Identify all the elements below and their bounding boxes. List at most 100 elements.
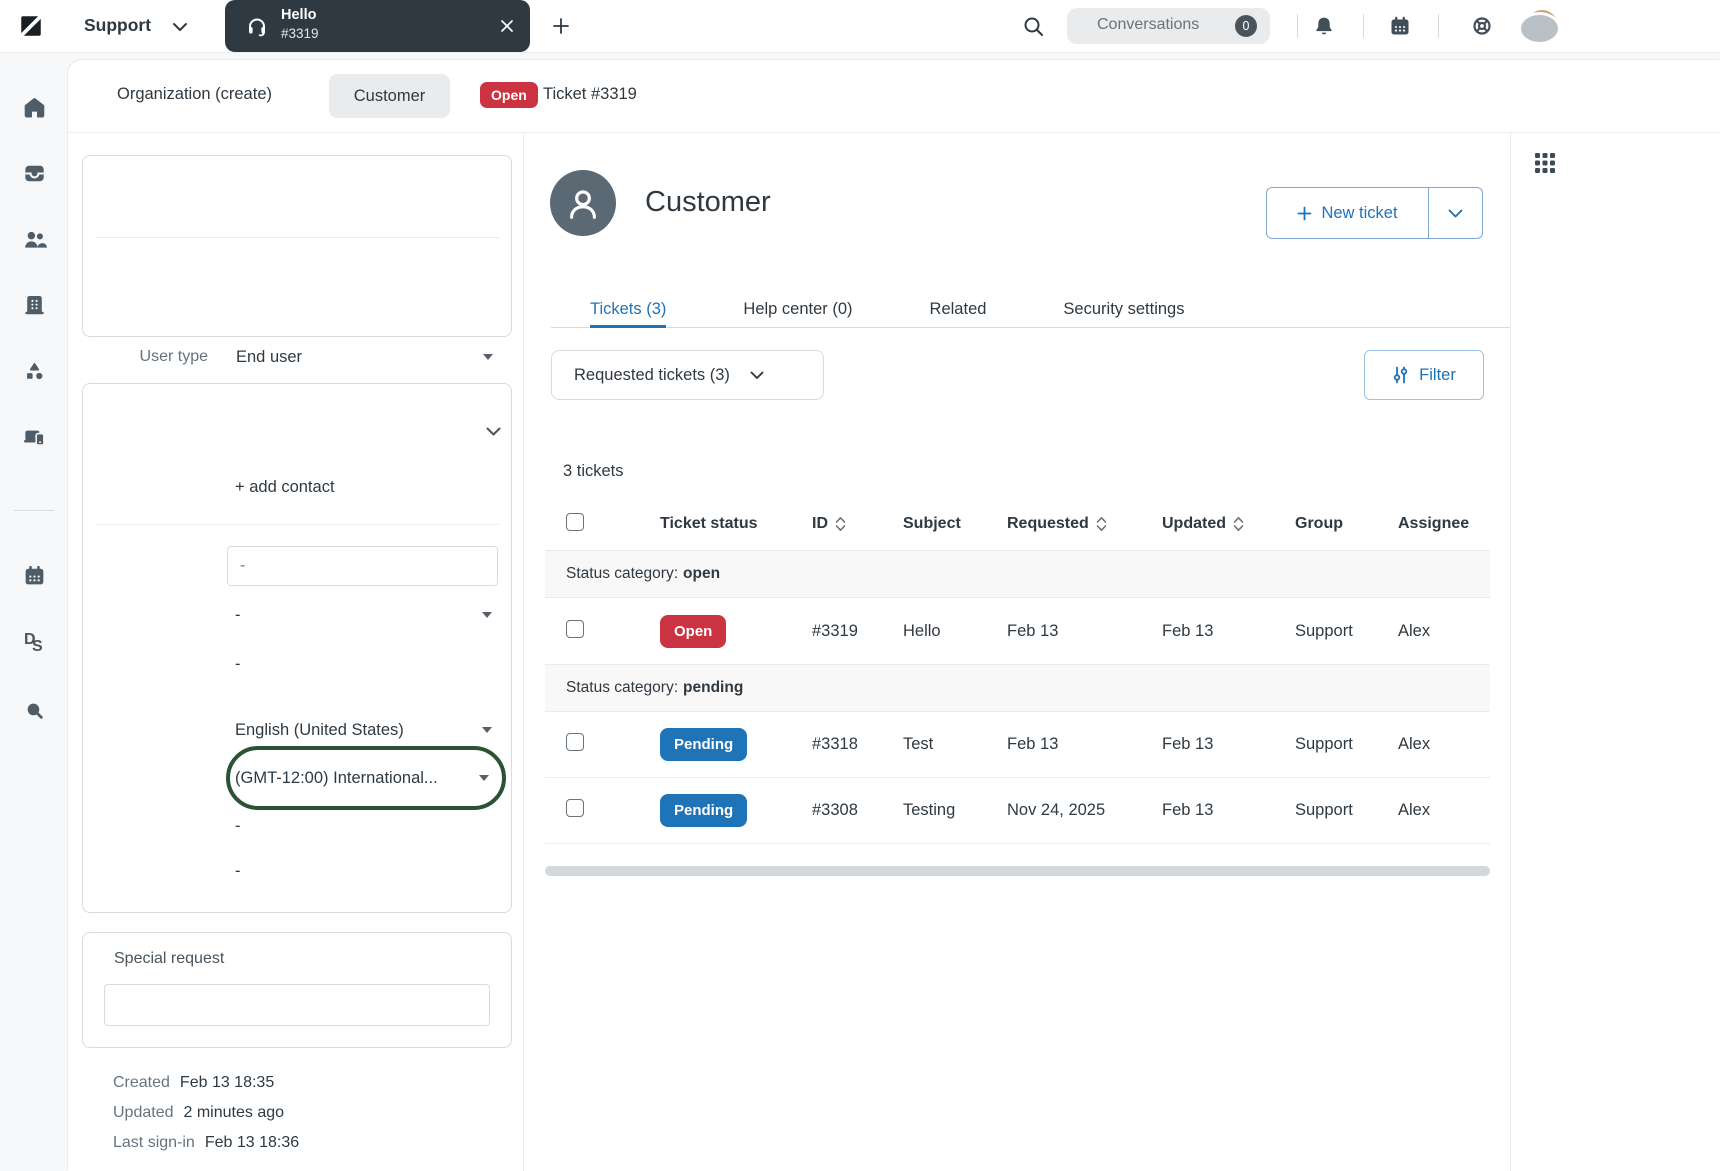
add-contact-link[interactable]: + add contact (235, 478, 335, 497)
ticket-count-text: 3 tickets (563, 462, 624, 481)
col-group[interactable]: Group (1295, 515, 1398, 533)
new-ticket-split-button: New ticket (1266, 187, 1483, 239)
calendar-app-icon[interactable] (22, 563, 47, 588)
open-ticket-tab[interactable]: Hello #3319 (225, 0, 530, 52)
sort-icon (1096, 516, 1107, 532)
topbar-divider (1297, 14, 1298, 38)
help-lifering-icon[interactable] (1470, 14, 1494, 38)
org-caret-icon[interactable] (482, 612, 492, 618)
row-checkbox[interactable] (566, 733, 584, 751)
updated-value: 2 minutes ago (184, 1104, 285, 1121)
cell-requested: Feb 13 (1007, 735, 1162, 754)
nav-search-icon[interactable] (22, 698, 47, 723)
nav-divider (14, 510, 54, 511)
special-request-input[interactable] (104, 984, 490, 1026)
tab-tickets[interactable]: Tickets (3) (590, 290, 666, 328)
ds-app-icon[interactable]: D S (22, 628, 48, 656)
user-avatar[interactable] (1526, 10, 1558, 42)
new-ticket-button[interactable]: New ticket (1266, 187, 1429, 239)
filter-label: Filter (1419, 366, 1456, 385)
headset-icon (245, 14, 269, 38)
zendesk-logo-icon (18, 13, 44, 39)
horizontal-scrollbar[interactable] (545, 866, 1490, 876)
reporting-icon[interactable] (22, 359, 47, 384)
product-chevron-down-icon[interactable] (172, 22, 188, 32)
product-switcher[interactable]: Support (84, 15, 151, 36)
filter-button[interactable]: Filter (1364, 350, 1484, 400)
col-assignee[interactable]: Assignee (1398, 515, 1490, 533)
row-checkbox[interactable] (566, 799, 584, 817)
notes-value[interactable]: - (235, 860, 241, 882)
cell-assignee: Alex (1398, 735, 1490, 754)
new-ticket-dropdown-button[interactable] (1429, 187, 1483, 239)
cell-updated: Feb 13 (1162, 622, 1295, 641)
tags-input[interactable]: - (227, 546, 498, 586)
cell-updated: Feb 13 (1162, 735, 1295, 754)
sort-icon (1233, 516, 1244, 532)
select-all-checkbox[interactable] (566, 513, 584, 531)
cell-id[interactable]: #3318 (812, 735, 903, 754)
user-type-value[interactable]: End user (236, 346, 302, 368)
col-id[interactable]: ID (812, 515, 903, 533)
panel-main-divider (523, 132, 524, 1171)
breadcrumb-status-badge: Open (480, 82, 538, 108)
user-type-caret-icon[interactable] (483, 354, 493, 360)
customers-icon[interactable] (22, 227, 47, 252)
conversations-label: Conversations (1097, 16, 1199, 34)
org-value[interactable]: - (235, 604, 241, 626)
row-checkbox[interactable] (566, 620, 584, 638)
views-inbox-icon[interactable] (22, 161, 47, 186)
cell-subject[interactable]: Hello (903, 622, 1007, 641)
svg-text:S: S (32, 638, 43, 655)
apps-grid-icon[interactable] (1534, 152, 1556, 174)
status-group-pending: Status category:pending (545, 664, 1490, 712)
admin-devices-icon[interactable] (22, 424, 47, 449)
chevron-down-icon (750, 371, 764, 380)
customer-avatar (550, 170, 616, 236)
primary-email-chevron-down-icon[interactable] (486, 427, 501, 436)
person-icon (564, 184, 602, 222)
col-ticket-status[interactable]: Ticket status (660, 515, 812, 533)
home-icon[interactable] (22, 95, 47, 120)
organizations-icon[interactable] (22, 292, 47, 317)
created-value: Feb 13 18:35 (180, 1074, 274, 1091)
status-group-open: Status category:open (545, 550, 1490, 598)
topbar-divider (1438, 14, 1439, 38)
table-row[interactable]: Pending #3308 Testing Nov 24, 2025 Feb 1… (545, 778, 1490, 844)
breadcrumb-customer-tab[interactable]: Customer (329, 74, 450, 118)
notifications-bell-icon[interactable] (1312, 14, 1336, 38)
search-icon[interactable] (1022, 15, 1045, 38)
avatar-status-badge (1518, 12, 1561, 45)
breadcrumb-organization[interactable]: Organization (create) (117, 85, 272, 104)
created-label: Created (113, 1074, 170, 1091)
user-type-label: User type (96, 346, 208, 368)
col-subject[interactable]: Subject (903, 515, 1007, 533)
language-caret-icon[interactable] (482, 727, 492, 733)
requested-tickets-dropdown[interactable]: Requested tickets (3) (551, 350, 824, 400)
cell-subject[interactable]: Testing (903, 801, 1007, 820)
conversations-button[interactable]: Conversations 0 (1067, 8, 1270, 44)
col-updated[interactable]: Updated (1162, 515, 1295, 533)
cell-id[interactable]: #3308 (812, 801, 903, 820)
cell-requested: Nov 24, 2025 (1007, 801, 1162, 820)
breadcrumb-ticket[interactable]: Ticket #3319 (543, 85, 637, 104)
table-row[interactable]: Pending #3318 Test Feb 13 Feb 13 Support… (545, 712, 1490, 778)
add-tab-icon[interactable] (550, 15, 572, 37)
updated-label: Updated (113, 1104, 174, 1121)
time-zone-caret-icon[interactable] (479, 775, 489, 781)
cell-id[interactable]: #3319 (812, 622, 903, 641)
tab-ticket-title: Hello (281, 7, 316, 23)
tab-help-center[interactable]: Help center (0) (743, 290, 852, 328)
created-row: Created Feb 13 18:35 (113, 1072, 274, 1094)
time-zone-value[interactable]: (GMT-12:00) International... (235, 767, 438, 789)
tab-related[interactable]: Related (930, 290, 987, 328)
col-requested[interactable]: Requested (1007, 515, 1162, 533)
table-row[interactable]: Open #3319 Hello Feb 13 Feb 13 Support A… (545, 598, 1490, 664)
close-tab-icon[interactable] (500, 19, 514, 33)
cell-subject[interactable]: Test (903, 735, 1007, 754)
main-rail-divider (1510, 132, 1511, 1171)
language-value[interactable]: English (United States) (235, 719, 404, 741)
tab-security-settings[interactable]: Security settings (1063, 290, 1184, 328)
details-value[interactable]: - (235, 815, 241, 837)
calendar-icon[interactable] (1388, 14, 1412, 38)
